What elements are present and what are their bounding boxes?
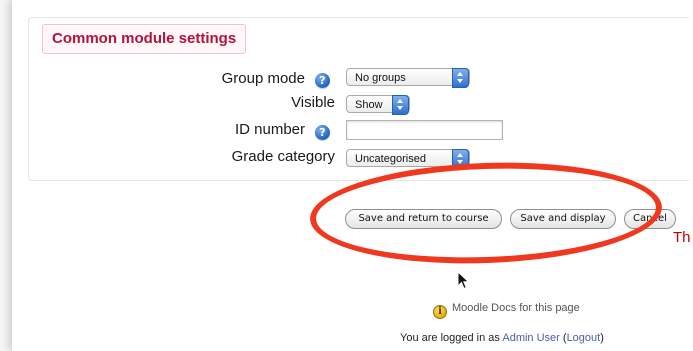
save-and-return-button[interactable]: Save and return to course xyxy=(345,209,502,229)
group-mode-row: Group mode xyxy=(100,68,305,90)
select-arrows-icon xyxy=(452,149,469,169)
group-mode-label: Group mode xyxy=(221,70,305,87)
visible-value: Show xyxy=(355,99,383,111)
id-number-input[interactable] xyxy=(346,120,503,140)
logged-in-prefix: You are logged in as xyxy=(400,332,503,344)
grade-category-value: Uncategorised xyxy=(355,153,426,165)
grade-category-label: Grade category xyxy=(231,148,335,165)
select-arrows-icon xyxy=(452,68,469,88)
grade-category-select[interactable]: Uncategorised xyxy=(346,149,470,169)
group-mode-help-icon[interactable]: ? xyxy=(315,73,330,88)
visible-select[interactable]: Show xyxy=(346,95,410,115)
group-mode-value: No groups xyxy=(355,72,406,84)
info-icon: i xyxy=(433,305,447,319)
save-and-display-button[interactable]: Save and display xyxy=(510,209,616,229)
cancel-button[interactable]: Cancel xyxy=(624,209,676,229)
id-number-help-icon[interactable]: ? xyxy=(315,125,330,140)
section-legend: Common module settings xyxy=(42,24,247,54)
user-name-link[interactable]: Admin User xyxy=(502,332,559,344)
login-info: You are logged in as Admin User (Logout) xyxy=(400,332,604,344)
moodle-docs-link[interactable]: Moodle Docs for this page xyxy=(452,302,580,314)
mouse-pointer-icon xyxy=(457,271,470,290)
group-mode-select[interactable]: No groups xyxy=(346,68,470,88)
moodle-docs-line: i Moodle Docs for this page xyxy=(433,302,580,319)
grade-category-row: Grade category xyxy=(100,146,335,168)
id-number-label: ID number xyxy=(234,121,305,138)
select-arrows-icon xyxy=(392,95,409,115)
visible-row: Visible xyxy=(100,92,335,114)
visible-label: Visible xyxy=(291,94,335,111)
id-number-row: ID number xyxy=(100,119,305,141)
logout-link[interactable]: Logout xyxy=(567,332,601,344)
truncated-red-text: Th xyxy=(673,229,691,246)
page-background: Common module settings Group mode ? No g… xyxy=(0,0,693,351)
